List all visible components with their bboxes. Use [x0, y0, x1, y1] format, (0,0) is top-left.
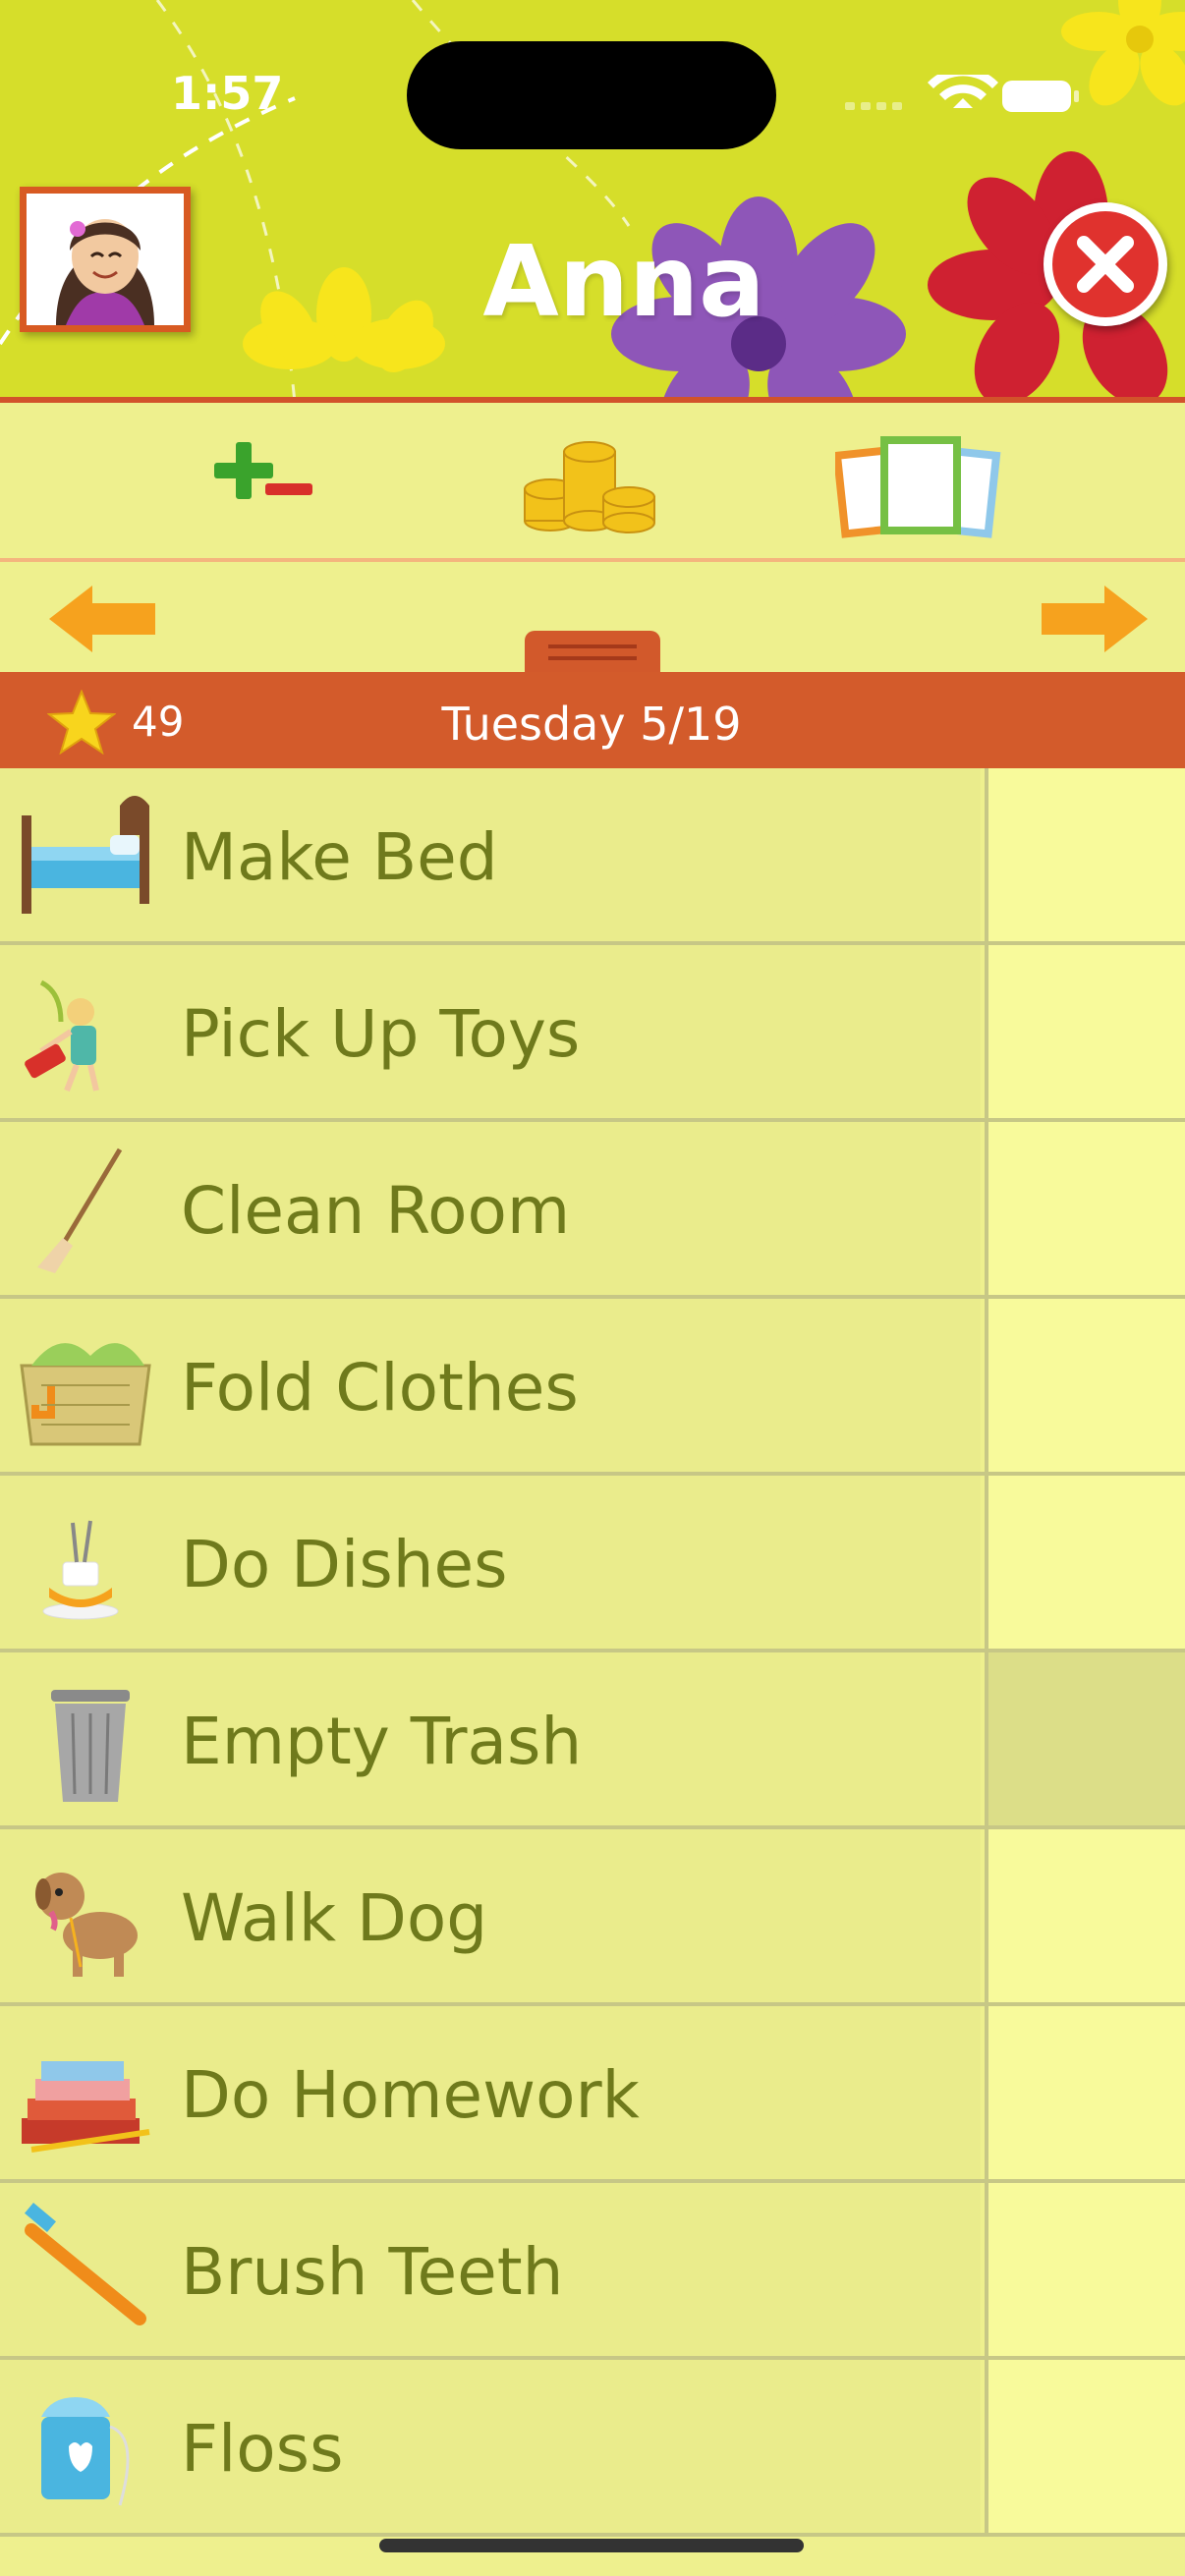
chore-item[interactable]: Walk Dog — [0, 1829, 981, 2002]
date-bar: 49 Tuesday 5/19 — [0, 672, 1185, 768]
chore-label: Do Homework — [181, 2057, 640, 2133]
chore-row-8: Brush Teeth — [0, 2183, 1185, 2360]
chore-item[interactable]: Fold Clothes — [0, 1299, 981, 1472]
chore-day-cell[interactable] — [985, 2360, 1185, 2533]
toothbrush-icon — [12, 2201, 159, 2338]
current-date: Tuesday 5/19 — [441, 698, 742, 751]
arrow-right-icon — [1042, 586, 1148, 652]
chore-label: Clean Room — [181, 1173, 571, 1249]
rewards-button[interactable] — [521, 432, 658, 544]
chore-row-2: Clean Room — [0, 1122, 1185, 1299]
chore-day-cell[interactable] — [985, 1829, 1185, 2002]
chore-day-cell[interactable] — [985, 1299, 1185, 1472]
chore-label: Fold Clothes — [181, 1350, 579, 1426]
chore-item[interactable]: Make Bed — [0, 768, 981, 941]
chore-item[interactable]: Clean Room — [0, 1122, 981, 1295]
chore-row-3: Fold Clothes — [0, 1299, 1185, 1476]
chore-day-cell[interactable] — [985, 2183, 1185, 2356]
bed-icon — [12, 786, 159, 924]
chore-day-cell[interactable] — [985, 945, 1185, 1118]
drag-handle[interactable] — [525, 631, 660, 674]
dishes-icon — [12, 1493, 159, 1631]
chore-row-7: Do Homework — [0, 2006, 1185, 2183]
chore-label: Brush Teeth — [181, 2234, 564, 2310]
floss-icon — [12, 2378, 159, 2515]
chore-row-1: Pick Up Toys — [0, 945, 1185, 1122]
broom-icon — [12, 1140, 159, 1277]
signal-icon — [845, 102, 902, 110]
child-name: Anna — [482, 224, 765, 339]
cards-button[interactable] — [832, 432, 1002, 544]
battery-icon — [1002, 81, 1079, 112]
next-day-button[interactable] — [1034, 580, 1152, 662]
arrow-left-icon — [49, 586, 155, 652]
chore-row-9: Floss — [0, 2360, 1185, 2537]
close-button[interactable] — [1044, 202, 1167, 326]
chore-list: Make Bed Pick Up Toys Clean Room Fold Cl… — [0, 768, 1185, 2537]
coins-rewards-icon — [524, 441, 655, 533]
header: 1:57 Anna — [0, 0, 1185, 403]
chore-item[interactable]: Do Homework — [0, 2006, 981, 2179]
dynamic-island — [407, 41, 776, 149]
close-icon — [1077, 236, 1134, 293]
chore-label: Do Dishes — [181, 1527, 508, 1602]
chore-label: Make Bed — [181, 819, 498, 895]
day-navigation — [0, 566, 1185, 674]
chore-day-cell[interactable] — [985, 768, 1185, 941]
status-time: 1:57 — [171, 67, 284, 120]
star-count: 49 — [132, 698, 185, 746]
chore-label: Empty Trash — [181, 1704, 583, 1779]
chore-row-0: Make Bed — [0, 768, 1185, 945]
chore-label: Floss — [181, 2411, 344, 2487]
wifi-icon — [928, 75, 998, 108]
chore-day-cell[interactable] — [985, 2006, 1185, 2179]
previous-day-button[interactable] — [45, 580, 163, 662]
toolbar — [0, 409, 1185, 562]
toys-icon — [12, 963, 159, 1100]
chore-day-cell[interactable] — [985, 1476, 1185, 1649]
chore-item[interactable]: Brush Teeth — [0, 2183, 981, 2356]
chore-day-cell[interactable] — [985, 1652, 1185, 1825]
chore-item[interactable]: Floss — [0, 2360, 981, 2533]
avatar[interactable] — [20, 187, 191, 332]
girl-portrait-icon — [27, 194, 184, 325]
chore-day-cell[interactable] — [985, 1122, 1185, 1295]
books-icon — [12, 2024, 159, 2161]
add-subtract-points-button[interactable] — [206, 432, 324, 534]
dog-icon — [12, 1847, 159, 1985]
chore-label: Pick Up Toys — [181, 996, 581, 1072]
trash-can-icon — [12, 1670, 159, 1808]
status-icons — [845, 75, 1079, 112]
chore-row-4: Do Dishes — [0, 1476, 1185, 1652]
cards-icon — [832, 436, 1001, 538]
chore-row-6: Walk Dog — [0, 1829, 1185, 2006]
laundry-basket-icon — [12, 1316, 159, 1454]
star-icon — [47, 690, 116, 755]
chore-item[interactable]: Empty Trash — [0, 1652, 981, 1825]
chore-item[interactable]: Do Dishes — [0, 1476, 981, 1649]
app-screen: 1:57 Anna 49 Tuesday 5/19 Make Bed Pick … — [0, 0, 1185, 2576]
chore-item[interactable]: Pick Up Toys — [0, 945, 981, 1118]
home-indicator[interactable] — [379, 2539, 804, 2552]
chore-label: Walk Dog — [181, 1880, 488, 1956]
add-subtract-points-icon — [214, 442, 312, 499]
chore-row-5: Empty Trash — [0, 1652, 1185, 1829]
